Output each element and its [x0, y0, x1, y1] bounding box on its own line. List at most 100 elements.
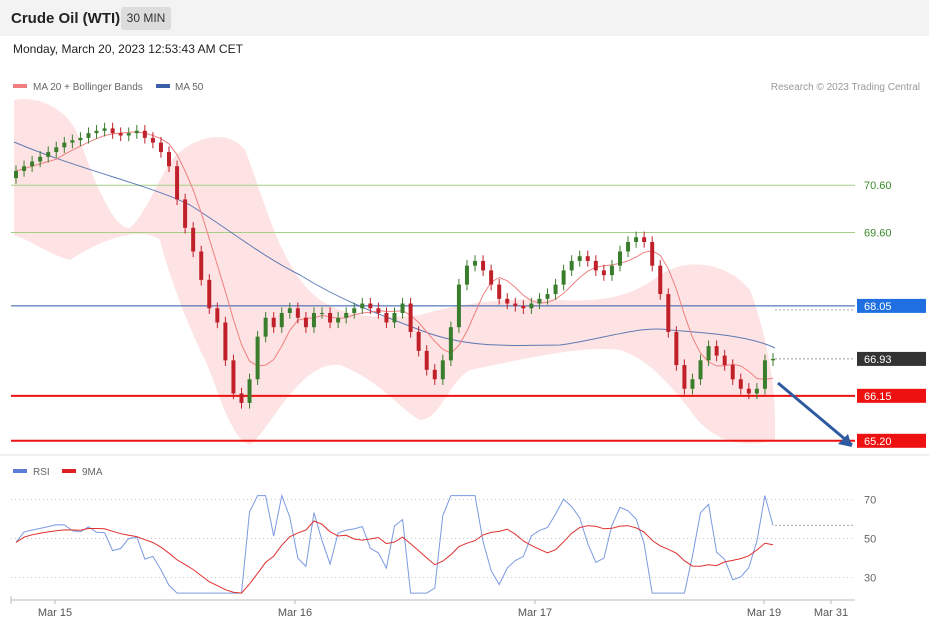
copyright-text: Research © 2023 Trading Central [771, 82, 920, 93]
candle-body [489, 270, 494, 285]
candle-body [360, 303, 365, 309]
candle-body [440, 360, 445, 380]
x-tick-label-0: Mar 15 [38, 607, 72, 619]
candle-body [247, 379, 252, 403]
candle-body [626, 242, 631, 252]
candle-body [368, 303, 373, 309]
forecast-arrow-line [777, 381, 853, 447]
candle-body [609, 265, 614, 276]
last-price-label: 66.93 [864, 354, 892, 366]
candle-body [577, 256, 582, 261]
candle-body [448, 327, 453, 361]
candle-body [86, 133, 91, 138]
candle-body [295, 308, 300, 318]
candle-body [279, 313, 284, 328]
candle-body [545, 294, 550, 299]
candle-body [706, 346, 711, 361]
candle-body [38, 156, 43, 162]
ma20-legend-swatch [13, 84, 27, 88]
ma50-legend-swatch [156, 84, 170, 88]
candle-body [730, 365, 735, 380]
x-tick-label-2: Mar 17 [518, 607, 552, 619]
level-label-0: 70.60 [864, 180, 892, 192]
candle-body [593, 260, 598, 271]
candle-body [674, 331, 679, 366]
candle-body [481, 260, 486, 271]
candle-body [553, 284, 558, 295]
ma20-legend-label: MA 20 + Bollinger Bands [33, 82, 143, 93]
candle-body [424, 350, 429, 370]
candle-body [682, 365, 687, 389]
candle-body [513, 303, 518, 306]
candle-body [215, 308, 220, 323]
candlestick-chart: MA 20 + Bollinger Bands MA 50 Research ©… [0, 82, 929, 619]
candle-body [158, 142, 163, 153]
candle-body [416, 331, 421, 351]
candle-body [762, 360, 767, 389]
x-axis-labels: Mar 15 Mar 16 Mar 17 Mar 19 Mar 31 [38, 600, 848, 619]
candle-body [78, 137, 83, 141]
candle-body [408, 303, 413, 332]
candle-body [601, 270, 606, 276]
level-label-4: 65.20 [864, 436, 892, 448]
candle-body [473, 260, 478, 266]
candle-body [311, 313, 316, 328]
candle-body [690, 379, 695, 389]
candle-body [384, 313, 389, 323]
candle-body [432, 369, 437, 380]
candle-body [754, 388, 759, 394]
rsi-level-label-0: 70 [864, 495, 876, 507]
candle-body [126, 133, 131, 136]
candle-body [328, 313, 333, 323]
candle-body [456, 284, 461, 328]
x-tick-label-3: Mar 19 [747, 607, 781, 619]
candle-body [392, 313, 397, 323]
rsi-ma-legend-label: 9MA [82, 467, 103, 478]
candle-body [30, 161, 35, 167]
candle-body [54, 147, 59, 153]
candle-body [22, 166, 27, 171]
candle-body [537, 298, 542, 304]
candle-body [175, 166, 180, 200]
candle-body [207, 279, 212, 309]
x-tick-label-4: Mar 31 [814, 607, 848, 619]
candle-body [650, 242, 655, 266]
x-tick-label-1: Mar 16 [278, 607, 312, 619]
candle-body [110, 128, 115, 134]
rsi-ma-line [15, 520, 774, 594]
rsi-level-label-2: 30 [864, 573, 876, 585]
candle-body [287, 308, 292, 313]
candle-body [464, 265, 469, 285]
candle-body [561, 270, 566, 285]
candle-body [698, 360, 703, 380]
candle-body [199, 251, 204, 280]
candle-body [183, 199, 188, 228]
candle-body [118, 133, 123, 136]
candle-body [142, 130, 147, 138]
rsi-ma-legend-swatch [62, 469, 76, 473]
candle-body [239, 393, 244, 403]
candle-body [223, 322, 228, 361]
candle-body [336, 317, 341, 323]
candle-body [376, 308, 381, 313]
candle-body [102, 128, 107, 131]
candle-body [70, 140, 75, 143]
candle-body [344, 313, 349, 318]
candle-body [505, 298, 510, 304]
candle-body [569, 260, 574, 271]
candle-body [231, 360, 236, 394]
candle-body [263, 317, 268, 337]
candle-body [642, 237, 647, 242]
rsi-legend: RSI 9MA [13, 467, 103, 478]
ma50-legend-label: MA 50 [175, 82, 204, 93]
candle-body [585, 256, 590, 261]
candle-body [320, 313, 325, 314]
candle-body [771, 358, 775, 361]
candle-body [46, 152, 51, 157]
candle-body [62, 142, 67, 148]
level-label-3: 66.15 [864, 391, 892, 403]
candle-body [167, 152, 172, 167]
rsi-level-label-1: 50 [864, 534, 876, 546]
candle-body [746, 388, 751, 394]
candle-body [150, 137, 155, 143]
